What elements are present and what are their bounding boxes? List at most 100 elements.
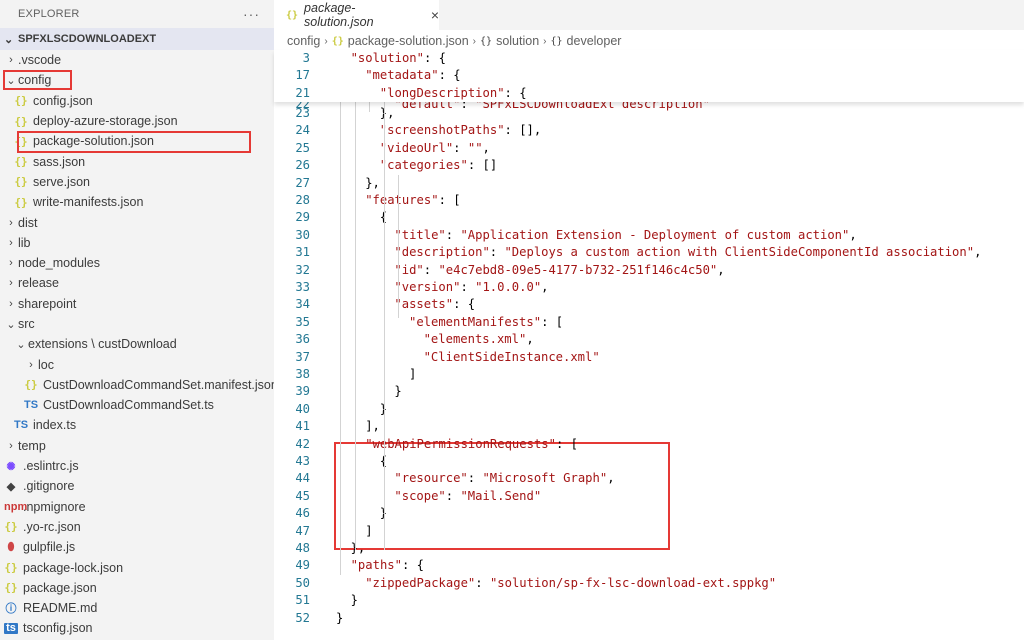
code-line[interactable]: 32 "id": "e4c7ebd8-09e5-4177-b732-251f146… (274, 262, 1024, 279)
tree-file[interactable]: npm .npmignore (0, 497, 274, 517)
tree-file[interactable]: TS index.ts (0, 415, 274, 435)
code-line[interactable]: 39} (274, 383, 1024, 400)
code-text: "title": "Application Extension - Deploy… (394, 227, 857, 242)
code-line[interactable]: 49 "paths": { (274, 557, 1024, 574)
tree-folder[interactable]: › temp (0, 436, 274, 456)
line-number: 41 (295, 419, 310, 434)
indent-guide (354, 102, 356, 550)
line-number: 47 (295, 523, 310, 538)
code-line[interactable]: 40} (274, 401, 1024, 418)
chevron-down-icon: ⌄ (16, 338, 26, 351)
tree-item-label: write-manifests.json (33, 195, 144, 210)
tree-folder[interactable]: › sharepoint (0, 294, 274, 314)
code-text: "videoUrl": "", (379, 140, 490, 155)
code-line[interactable]: 51} (274, 592, 1024, 609)
code-text: "description": "Deploys a custom action … (394, 245, 982, 260)
tree-file[interactable]: ts tsconfig.json (0, 618, 274, 638)
code-line[interactable]: 25 "videoUrl": "", (274, 140, 1024, 157)
chevron-right-icon: › (472, 35, 477, 47)
workspace-root-label: SPFXLSCDOWNLOADEXT (18, 33, 157, 45)
breadcrumb-item-solution[interactable]: solution (496, 34, 539, 48)
indent-guide (340, 102, 341, 575)
line-number: 38 (295, 367, 310, 381)
typescript-file-icon: TS (14, 419, 29, 432)
code-line[interactable]: 36 "elements.xml", (274, 331, 1024, 348)
tree-folder[interactable]: › loc (0, 354, 274, 374)
tree-file[interactable]: {} package-lock.json (0, 557, 274, 577)
tree-item-label: .gitignore (23, 479, 75, 494)
tree-file[interactable]: ✺ .eslintrc.js (0, 456, 274, 476)
code-line[interactable]: 43{ (274, 453, 1024, 470)
code-line[interactable]: 47] (274, 523, 1024, 540)
code-line[interactable]: 44 "resource": "Microsoft Graph", (274, 470, 1024, 487)
tree-file[interactable]: {} package.json (0, 578, 274, 598)
code-line[interactable]: 33 "version": "1.0.0.0", (274, 279, 1024, 296)
tree-folder[interactable]: ⌄ config (0, 70, 274, 90)
tree-file[interactable]: ◆ .gitignore (0, 476, 274, 496)
code-text: ] (365, 523, 373, 538)
more-actions-icon[interactable]: ··· (243, 6, 260, 22)
code-line[interactable]: 48}, (274, 540, 1024, 557)
code-line[interactable]: 35 "elementManifests": [ (274, 314, 1024, 331)
close-icon[interactable]: × (431, 7, 439, 23)
breadcrumb-item-config[interactable]: config (287, 34, 320, 48)
code-editor[interactable]: 3 "solution": {17 "metadata": {21 "longDesc… (274, 50, 1024, 640)
tree-folder[interactable]: › dist (0, 212, 274, 232)
line-number: 27 (295, 175, 310, 190)
tree-item-label: src (18, 317, 35, 331)
code-line[interactable]: 24 "screenshotPaths": [], (274, 122, 1024, 139)
code-line[interactable]: 34 "assets": { (274, 296, 1024, 313)
tree-file[interactable]: {} .yo-rc.json (0, 517, 274, 537)
code-line[interactable]: 45 "scope": "Mail.Send" (274, 488, 1024, 505)
tree-item-label: sharepoint (18, 296, 77, 311)
code-text: "elements.xml", (423, 332, 534, 347)
code-line[interactable]: 46} (274, 505, 1024, 522)
code-line[interactable]: 50 "zippedPackage": "solution/sp-fx-lsc-d… (274, 575, 1024, 592)
tree-item-label: deploy-azure-storage.json (33, 114, 178, 129)
tree-folder[interactable]: ⌄ extensions \ custDownload (0, 334, 274, 354)
tree-file[interactable]: TS CustDownloadCommandSet.ts (0, 395, 274, 415)
breadcrumb-item-file[interactable]: package-solution.json (348, 34, 469, 48)
tree-file[interactable]: {} sass.json (0, 151, 274, 171)
code-line[interactable]: 42 "webApiPermissionRequests": [ (274, 436, 1024, 453)
sticky-line[interactable]: 17 "metadata": { (274, 67, 1024, 84)
tree-file[interactable]: ⓘ README.md (0, 598, 274, 618)
code-line[interactable]: 26 "categories": [] (274, 157, 1024, 174)
line-number: 40 (295, 401, 310, 416)
tree-file[interactable]: {} package-solution.json (0, 131, 274, 151)
tree-folder[interactable]: › lib (0, 233, 274, 253)
breadcrumb-item-developer[interactable]: developer (567, 34, 622, 48)
code-line[interactable]: 30 "title": "Application Extension - Depl… (274, 227, 1024, 244)
code-line[interactable]: 52} (274, 610, 1024, 627)
json-file-icon: {} (331, 35, 344, 47)
code-line[interactable]: 38] (274, 366, 1024, 383)
code-text: "solution": { (350, 51, 446, 65)
code-line[interactable]: 41], (274, 418, 1024, 435)
tree-folder[interactable]: › node_modules (0, 253, 274, 273)
info-icon: ⓘ (5, 603, 17, 616)
tree-folder[interactable]: › release (0, 273, 274, 293)
tree-file[interactable]: {} CustDownloadCommandSet.manifest.json (0, 375, 274, 395)
sticky-line[interactable]: 21 "longDescription": { (274, 85, 1024, 102)
chevron-down-icon: ⌄ (4, 33, 14, 46)
json-file-icon: {} (4, 561, 18, 575)
tree-item-label: package.json (23, 580, 97, 595)
tree-file[interactable]: {} write-manifests.json (0, 192, 274, 212)
code-line[interactable]: 28 "features": [ (274, 192, 1024, 209)
tree-file[interactable]: {} serve.json (0, 172, 274, 192)
tree-item-label: node_modules (18, 256, 101, 271)
tree-file[interactable]: {} config.json (0, 91, 274, 111)
tree-file[interactable]: ⬮ gulpfile.js (0, 537, 274, 557)
workspace-root[interactable]: ⌄ SPFXLSCDOWNLOADEXT (0, 28, 274, 50)
tab-package-solution[interactable]: {} package-solution.json × (274, 0, 439, 30)
code-line[interactable]: 37 "ClientSideInstance.xml" (274, 349, 1024, 366)
tree-folder[interactable]: › .vscode (0, 50, 274, 70)
code-line[interactable]: 27}, (274, 175, 1024, 192)
code-line[interactable]: 29{ (274, 209, 1024, 226)
code-line[interactable]: 31 "description": "Deploys a custom actio… (274, 244, 1024, 261)
tree-folder[interactable]: ⌄ src (0, 314, 274, 334)
sticky-scroll-header[interactable]: 3 "solution": {17 "metadata": {21 "longDesc… (274, 50, 1024, 102)
line-number: 42 (295, 436, 310, 451)
sticky-line[interactable]: 3 "solution": { (274, 50, 1024, 67)
tree-file[interactable]: {} deploy-azure-storage.json (0, 111, 274, 131)
